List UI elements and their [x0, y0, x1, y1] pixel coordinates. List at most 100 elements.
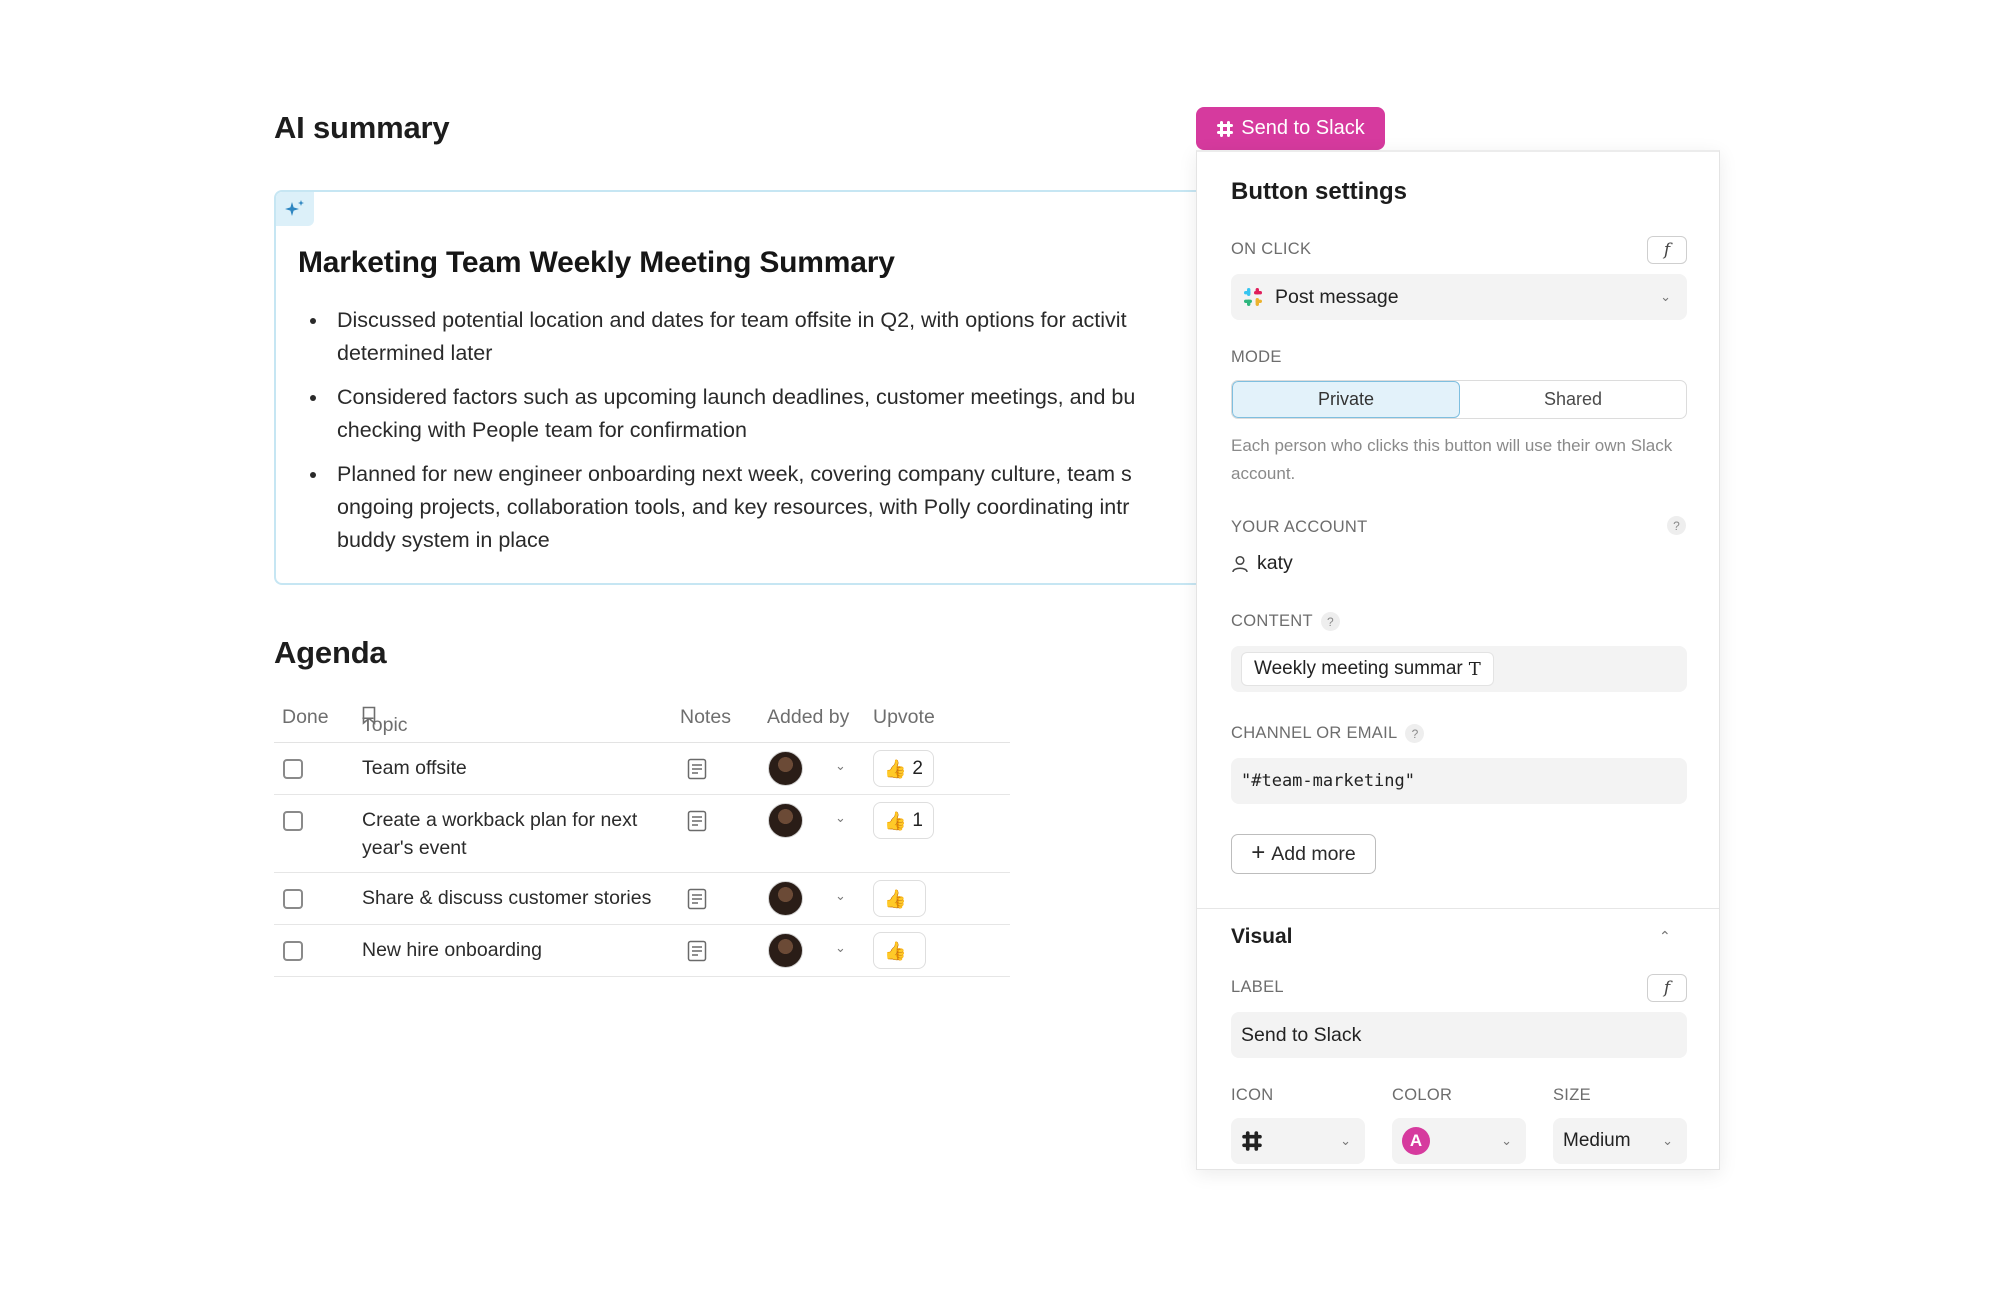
icon-label: ICON: [1231, 1086, 1274, 1104]
topic-cell[interactable]: New hire onboarding: [362, 936, 662, 964]
done-checkbox[interactable]: [283, 811, 303, 831]
col-topic-label: Topic: [362, 714, 408, 736]
visual-section-title: Visual: [1231, 925, 1293, 948]
channel-label: CHANNEL OR EMAIL ?: [1231, 724, 1425, 743]
upvote-button[interactable]: 👍 1: [873, 802, 934, 839]
notes-icon[interactable]: [687, 940, 707, 962]
col-notes[interactable]: Notes: [680, 706, 731, 729]
notes-icon[interactable]: [687, 888, 707, 910]
help-icon[interactable]: ?: [1320, 612, 1340, 631]
topic-cell[interactable]: Share & discuss customer stories: [362, 884, 672, 912]
table-header: Done Topic Notes Added by Upvote: [274, 698, 1010, 743]
upvote-count: 1: [912, 809, 923, 831]
content-label-text: CONTENT: [1231, 612, 1313, 630]
chevron-down-icon: ⌄: [1340, 1133, 1351, 1148]
on-click-select[interactable]: Post message ⌄: [1231, 274, 1687, 320]
topic-cell[interactable]: Create a workback plan for next year's e…: [362, 806, 652, 862]
panel-title: Button settings: [1231, 178, 1407, 205]
chevron-down-icon[interactable]: ⌄: [835, 888, 846, 904]
section-divider: [1197, 908, 1719, 909]
color-label: COLOR: [1392, 1086, 1453, 1104]
topic-cell[interactable]: Team offsite: [362, 754, 662, 782]
mode-shared-option[interactable]: Shared: [1460, 381, 1686, 418]
formula-icon[interactable]: f: [1647, 236, 1687, 264]
label-input[interactable]: Send to Slack: [1231, 1012, 1687, 1058]
chevron-down-icon[interactable]: ⌄: [835, 758, 846, 774]
icon-select[interactable]: ⌄: [1231, 1118, 1365, 1164]
thumbs-up-icon: 👍: [884, 888, 907, 909]
send-to-slack-button[interactable]: Send to Slack: [1196, 107, 1385, 150]
plus-icon: +: [1251, 839, 1266, 866]
mode-helper-text: Each person who clicks this button will …: [1231, 436, 1673, 483]
color-swatch: A: [1402, 1127, 1430, 1155]
bullet-text: Considered factors such as upcoming laun…: [337, 385, 1136, 409]
avatar[interactable]: [768, 751, 803, 786]
on-click-label: ON CLICK: [1231, 240, 1312, 258]
done-checkbox[interactable]: [283, 941, 303, 961]
upvote-button[interactable]: 👍: [873, 932, 926, 969]
bullet-text: ongoing projects, collaboration tools, a…: [337, 495, 1130, 519]
label-field-label: LABEL: [1231, 978, 1284, 996]
agenda-table: Done Topic Notes Added by Upvote Team of…: [274, 698, 1010, 977]
upvote-button[interactable]: 👍: [873, 880, 926, 917]
help-icon[interactable]: ?: [1405, 724, 1425, 743]
add-more-button[interactable]: + Add more: [1231, 834, 1376, 874]
content-chip-label: Weekly meeting summar: [1254, 658, 1463, 679]
chevron-down-icon[interactable]: ⌄: [835, 940, 846, 956]
formula-icon[interactable]: f: [1647, 974, 1687, 1002]
content-chip[interactable]: Weekly meeting summar T: [1241, 652, 1494, 686]
thumbs-up-icon: 👍: [884, 758, 907, 779]
summary-bullet: Planned for new engineer onboarding next…: [298, 458, 1234, 557]
bullet-text: Planned for new engineer onboarding next…: [337, 462, 1132, 486]
mode-label: MODE: [1231, 348, 1282, 366]
chevron-up-icon[interactable]: ⌃: [1659, 928, 1671, 945]
help-icon[interactable]: ?: [1667, 516, 1686, 535]
upvote-button[interactable]: 👍 2: [873, 750, 934, 787]
mode-private-option[interactable]: Private: [1232, 381, 1460, 418]
size-value: Medium: [1563, 1130, 1631, 1151]
slack-icon: [1217, 120, 1234, 137]
send-to-slack-label: Send to Slack: [1241, 117, 1365, 139]
bullet-text: determined later: [337, 341, 493, 365]
chevron-down-icon: ⌄: [1660, 289, 1671, 304]
sparkle-icon[interactable]: [276, 192, 314, 226]
summary-bullet: Considered factors such as upcoming laun…: [298, 381, 1234, 447]
summary-bullet: Discussed potential location and dates f…: [298, 304, 1234, 370]
table-row: Team offsite ⌄ 👍 2: [274, 743, 1010, 795]
col-upvote[interactable]: Upvote: [873, 706, 935, 729]
user-icon: [1232, 555, 1248, 572]
avatar[interactable]: [768, 803, 803, 838]
notes-icon[interactable]: [687, 758, 707, 780]
slack-icon: [1242, 1131, 1262, 1151]
done-checkbox[interactable]: [283, 759, 303, 779]
thumbs-up-icon: 👍: [884, 810, 907, 831]
ai-summary-heading: AI summary: [274, 110, 450, 145]
summary-title: Marketing Team Weekly Meeting Summary: [298, 246, 895, 279]
thumbs-up-icon: 👍: [884, 940, 907, 961]
col-topic[interactable]: Topic: [362, 706, 408, 736]
col-done[interactable]: Done: [282, 706, 329, 729]
account-row: katy: [1231, 552, 1293, 575]
notes-icon[interactable]: [687, 810, 707, 832]
size-select[interactable]: Medium ⌄: [1553, 1118, 1687, 1164]
bullet-text: Discussed potential location and dates f…: [337, 308, 1127, 332]
avatar[interactable]: [768, 881, 803, 916]
upvote-count: 2: [912, 757, 923, 779]
channel-input[interactable]: "#team-marketing": [1231, 758, 1687, 804]
mode-toggle: Private Shared: [1231, 380, 1687, 419]
color-select[interactable]: A ⌄: [1392, 1118, 1526, 1164]
bullet-text: buddy system in place: [337, 528, 550, 552]
table-row: Share & discuss customer stories ⌄ 👍: [274, 873, 1010, 925]
table-row: Create a workback plan for next year's e…: [274, 795, 1010, 873]
content-field[interactable]: Weekly meeting summar T: [1231, 646, 1687, 692]
content-label: CONTENT ?: [1231, 612, 1340, 631]
col-added-by[interactable]: Added by: [767, 706, 849, 729]
chevron-down-icon[interactable]: ⌄: [835, 810, 846, 826]
done-checkbox[interactable]: [283, 889, 303, 909]
bullet-text: checking with People team for confirmati…: [337, 418, 747, 442]
table-row: New hire onboarding ⌄ 👍: [274, 925, 1010, 977]
size-label: SIZE: [1553, 1086, 1591, 1104]
chevron-down-icon: ⌄: [1662, 1133, 1673, 1148]
avatar[interactable]: [768, 933, 803, 968]
your-account-label: YOUR ACCOUNT: [1231, 518, 1368, 536]
